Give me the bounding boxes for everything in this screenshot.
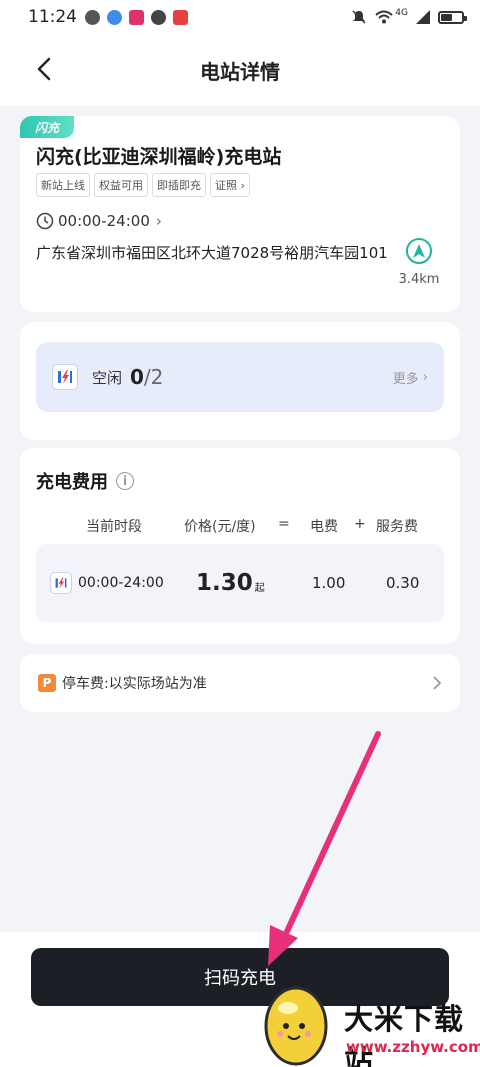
opening-hours[interactable]: 00:00-24:00 › — [36, 212, 162, 230]
network-type: 4G — [395, 8, 408, 18]
fee-service: 0.30 — [386, 574, 420, 592]
fee-price-cell: 1.30 起 — [196, 544, 265, 622]
browser-icon — [107, 9, 122, 25]
station-address: 广东省深圳市福田区北环大道7028号裕朋汽车园101 — [36, 244, 388, 262]
navigation-arrow-icon — [413, 244, 425, 258]
charger-availability[interactable]: 空闲 0/2 更多 › — [36, 342, 444, 412]
wechat-icon — [151, 9, 166, 25]
more-link[interactable]: 更多 › — [393, 368, 428, 387]
fee-price-suffix: 起 — [254, 582, 265, 594]
battery-icon — [438, 10, 467, 24]
free-count: 0 — [130, 365, 144, 389]
signal-icon — [416, 10, 430, 24]
tag-benefits: 权益可用 — [94, 173, 148, 197]
parking-text: 停车费:以实际场站为准 — [62, 676, 207, 692]
status-indicators: 4G — [351, 8, 467, 25]
chevron-right-icon: › — [240, 179, 245, 192]
header-service: 服务费 — [376, 519, 418, 535]
fee-card: 充电费用 i 当前时段 价格(元/度) = 电费 + 服务费 00:00-24:… — [20, 448, 460, 644]
parking-card[interactable]: P 停车费:以实际场站为准 — [20, 654, 460, 712]
charger-bolt-icon — [50, 572, 72, 594]
watermark: 大米下载站 www.zzhyw.com — [256, 978, 480, 1067]
availability-label: 空闲 — [92, 368, 123, 387]
fee-period-cell: 00:00-24:00 — [50, 544, 164, 622]
distance: 3.4km — [398, 272, 440, 287]
flash-charge-badge: 闪充 — [20, 116, 74, 138]
info-icon[interactable]: i — [116, 472, 134, 490]
header-period: 当前时段 — [86, 519, 142, 535]
station-tags: 新站上线 权益可用 即插即充 证照 › — [36, 173, 250, 197]
header-electric: 电费 — [310, 519, 338, 535]
header-plus: + — [354, 516, 366, 532]
tag-new-station: 新站上线 — [36, 173, 90, 197]
navigation: 3.4km — [394, 238, 444, 287]
fee-row: 00:00-24:00 1.30 起 1.00 0.30 — [36, 544, 444, 622]
watermark-title: 大米下载站 — [344, 1002, 465, 1067]
header-price: 价格(元/度) — [184, 519, 256, 535]
back-arrow-icon[interactable] — [32, 56, 58, 82]
app-icon — [129, 9, 144, 25]
parking-icon: P — [38, 674, 56, 692]
wifi-icon — [375, 10, 393, 24]
fee-period: 00:00-24:00 — [78, 575, 164, 591]
store-icon — [173, 9, 188, 25]
total-count: /2 — [143, 365, 164, 389]
navigate-button[interactable] — [406, 238, 432, 264]
station-card: 闪充 闪充(比亚迪深圳福岭)充电站 新站上线 权益可用 即插即充 证照 › 00… — [20, 116, 460, 312]
chevron-right-icon: › — [422, 369, 428, 385]
tag-plug-charge: 即插即充 — [152, 173, 206, 197]
availability-count: 0/2 — [130, 365, 163, 389]
hours-text: 00:00-24:00 — [58, 212, 150, 230]
status-bar: 11:24 4G — [0, 0, 480, 34]
fee-electric: 1.00 — [312, 574, 346, 592]
more-label: 更多 — [392, 371, 419, 387]
chevron-right-icon: › — [155, 212, 162, 230]
watermark-url: www.zzhyw.com — [346, 1038, 480, 1056]
page-header: 电站详情 — [0, 34, 480, 106]
station-name: 闪充(比亚迪深圳福岭)充电站 — [36, 146, 282, 168]
fee-price: 1.30 — [196, 570, 253, 596]
header-equals: = — [278, 516, 290, 532]
chevron-right-icon — [433, 676, 442, 690]
mute-icon — [352, 10, 366, 24]
fee-title: 充电费用 i — [36, 468, 134, 494]
clock-icon — [36, 212, 54, 230]
tag-license[interactable]: 证照 › — [210, 173, 250, 197]
message-icon — [85, 9, 100, 25]
tag-license-label: 证照 — [215, 179, 237, 192]
mascot-logo-icon — [264, 986, 328, 1066]
charger-bolt-icon — [52, 364, 78, 390]
status-time: 11:24 — [28, 7, 77, 27]
fee-title-text: 充电费用 — [36, 472, 108, 493]
availability-card: 空闲 0/2 更多 › — [20, 322, 460, 440]
page-title: 电站详情 — [200, 59, 280, 84]
